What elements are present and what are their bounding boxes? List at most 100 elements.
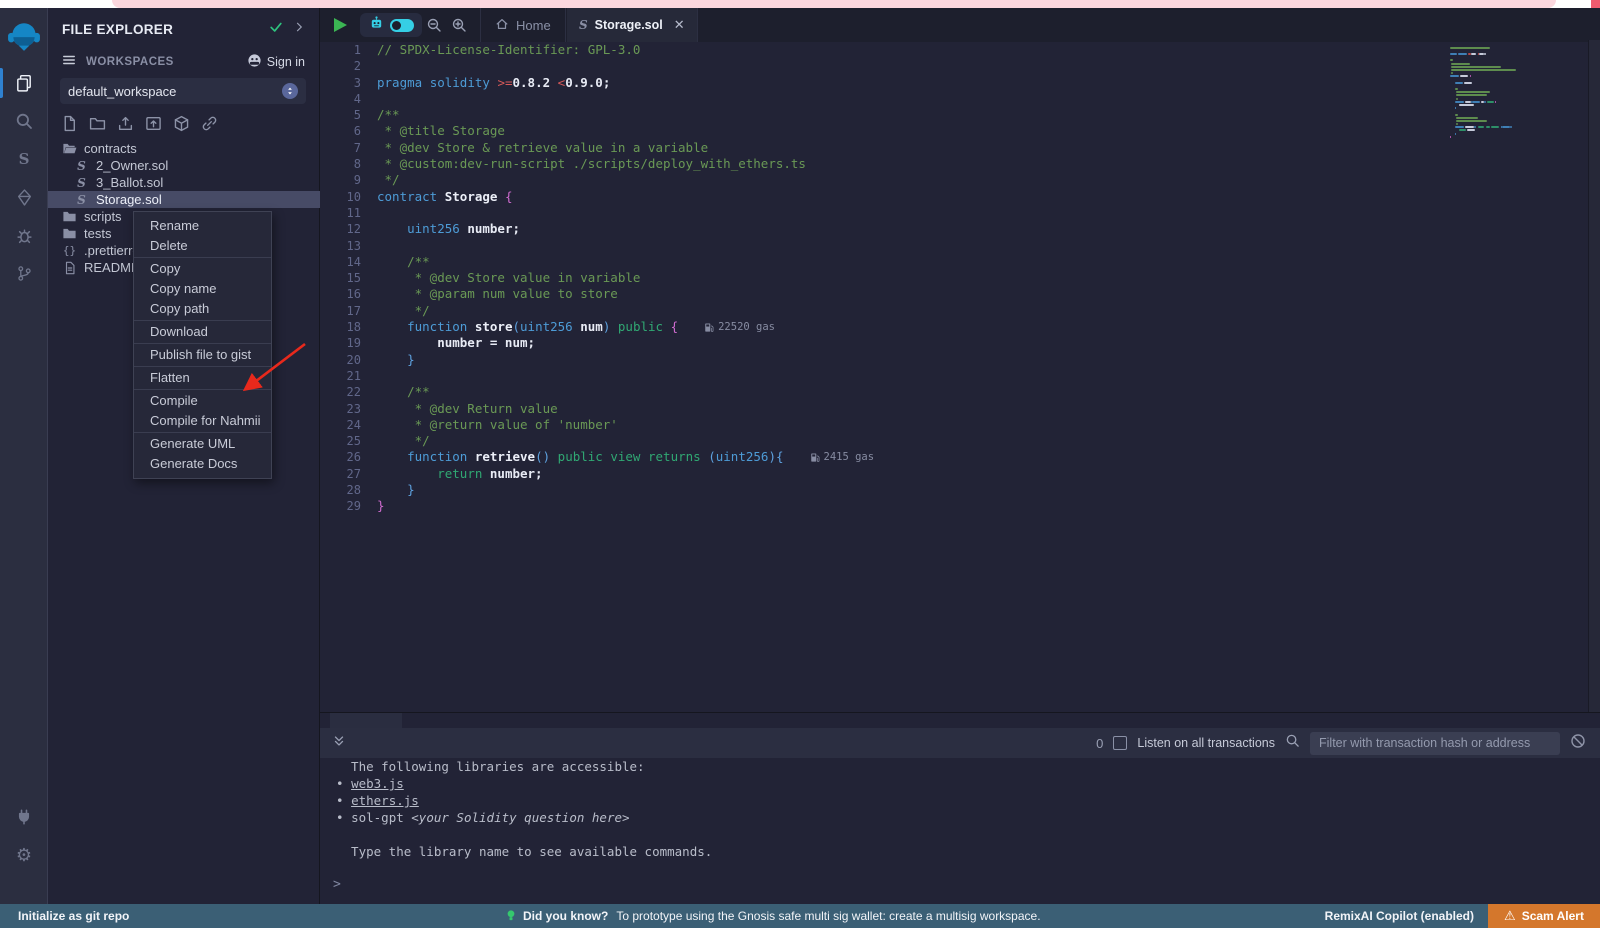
file-tree-item-storage-sol[interactable]: SStorage.sol bbox=[48, 191, 320, 208]
scam-alert-button[interactable]: ⚠ Scam Alert bbox=[1488, 904, 1600, 928]
code-line-6[interactable]: 6 * @title Storage bbox=[320, 123, 1588, 139]
activity-debugger-icon[interactable] bbox=[0, 216, 48, 254]
workspaces-row: WORKSPACES Sign in bbox=[48, 50, 319, 74]
close-tab-icon[interactable]: ✕ bbox=[674, 17, 685, 33]
code-line-14[interactable]: 14 /** bbox=[320, 254, 1588, 270]
code-line-13[interactable]: 13 bbox=[320, 238, 1588, 254]
activity-file-explorer-icon[interactable] bbox=[0, 64, 48, 102]
code-line-12[interactable]: 12 uint256 number; bbox=[320, 221, 1588, 237]
code-line-28[interactable]: 28 } bbox=[320, 482, 1588, 498]
code-line-10[interactable]: 10contract Storage { bbox=[320, 189, 1588, 205]
code-line-26[interactable]: 26 function retrieve() public view retur… bbox=[320, 449, 1588, 465]
line-number: 15 bbox=[320, 270, 377, 286]
workspace-select[interactable]: default_workspace bbox=[60, 78, 306, 104]
activity-settings-icon[interactable]: ⚙ bbox=[0, 836, 48, 874]
menu-item-generate-uml[interactable]: Generate UML bbox=[134, 434, 271, 454]
code-line-19[interactable]: 19 number = num; bbox=[320, 335, 1588, 351]
tab-storage-sol[interactable]: S Storage.sol ✕ bbox=[567, 8, 698, 42]
ipfs-box-icon[interactable] bbox=[172, 114, 190, 132]
menu-divider bbox=[134, 432, 271, 433]
browser-top-strip bbox=[0, 0, 1600, 8]
run-script-button[interactable] bbox=[334, 18, 347, 32]
folder-open-icon bbox=[62, 141, 77, 156]
code-line-21[interactable]: 21 bbox=[320, 368, 1588, 384]
code-line-9[interactable]: 9 */ bbox=[320, 172, 1588, 188]
code-editor[interactable]: 1// SPDX-License-Identifier: GPL-3.023pr… bbox=[320, 42, 1588, 712]
activity-plugin-manager-icon[interactable] bbox=[0, 798, 48, 836]
annotation-arrow bbox=[233, 336, 317, 400]
code-line-27[interactable]: 27 return number; bbox=[320, 466, 1588, 482]
code-line-7[interactable]: 7 * @dev Store & retrieve value in a var… bbox=[320, 140, 1588, 156]
menu-item-generate-docs[interactable]: Generate Docs bbox=[134, 454, 271, 474]
menu-divider bbox=[134, 257, 271, 258]
terminal-line: • ethers.js bbox=[320, 792, 1600, 809]
code-line-5[interactable]: 5/** bbox=[320, 107, 1588, 123]
hamburger-icon[interactable] bbox=[62, 53, 76, 72]
activity-solidity-compiler-icon[interactable]: S bbox=[0, 140, 48, 178]
code-line-15[interactable]: 15 * @dev Store value in variable bbox=[320, 270, 1588, 286]
tab-home[interactable]: Home bbox=[480, 8, 566, 42]
scam-alert-label: Scam Alert bbox=[1522, 909, 1584, 923]
copilot-toggle[interactable] bbox=[390, 19, 414, 32]
new-folder-icon[interactable] bbox=[88, 114, 106, 132]
transaction-filter-input[interactable] bbox=[1310, 732, 1560, 755]
terminal-prompt[interactable]: > bbox=[333, 877, 341, 892]
activity-git-icon[interactable] bbox=[0, 254, 48, 292]
terminal-collapse-icon[interactable] bbox=[332, 734, 346, 753]
code-line-8[interactable]: 8 * @custom:dev-run-script ./scripts/dep… bbox=[320, 156, 1588, 172]
menu-item-copy-path[interactable]: Copy path bbox=[134, 299, 271, 319]
code-line-3[interactable]: 3pragma solidity >=0.8.2 <0.9.0; bbox=[320, 75, 1588, 91]
terminal-resize-handle[interactable] bbox=[330, 713, 402, 728]
menu-item-rename[interactable]: Rename bbox=[134, 216, 271, 236]
code-line-25[interactable]: 25 */ bbox=[320, 433, 1588, 449]
upload-folder-icon[interactable] bbox=[144, 114, 162, 132]
menu-item-delete[interactable]: Delete bbox=[134, 236, 271, 256]
file-tree-item-2-owner-sol[interactable]: S2_Owner.sol bbox=[48, 157, 320, 174]
menu-item-copy[interactable]: Copy bbox=[134, 259, 271, 279]
code-line-23[interactable]: 23 * @dev Return value bbox=[320, 401, 1588, 417]
chevron-right-icon[interactable] bbox=[293, 20, 305, 38]
code-line-20[interactable]: 20 } bbox=[320, 352, 1588, 368]
clear-console-icon[interactable] bbox=[1570, 733, 1586, 754]
listen-checkbox[interactable] bbox=[1113, 736, 1127, 750]
terminal-link[interactable]: web3.js bbox=[351, 776, 404, 791]
editor-minimap[interactable] bbox=[1450, 46, 1534, 166]
upload-file-icon[interactable] bbox=[116, 114, 134, 132]
activity-remix-logo[interactable] bbox=[0, 8, 48, 64]
gas-estimate: 2415 gas bbox=[810, 449, 875, 465]
status-bar: Initialize as git repo Did you know? To … bbox=[0, 904, 1600, 928]
menu-item-compile-for-nahmii[interactable]: Compile for Nahmii bbox=[134, 411, 271, 431]
menu-divider bbox=[134, 320, 271, 321]
explorer-toolbar bbox=[60, 114, 218, 132]
file-tree-item-contracts[interactable]: contracts bbox=[48, 140, 320, 157]
git-init-status[interactable]: Initialize as git repo bbox=[18, 909, 129, 923]
zoom-out-icon[interactable] bbox=[426, 17, 442, 38]
terminal-output[interactable]: The following libraries are accessible:•… bbox=[320, 758, 1600, 904]
activity-deploy-run-icon[interactable] bbox=[0, 178, 48, 216]
code-line-29[interactable]: 29} bbox=[320, 498, 1588, 514]
code-line-16[interactable]: 16 * @param num value to store bbox=[320, 286, 1588, 302]
file-tree-item-3-ballot-sol[interactable]: S3_Ballot.sol bbox=[48, 174, 320, 191]
activity-search-icon[interactable] bbox=[0, 102, 48, 140]
line-number: 9 bbox=[320, 172, 377, 188]
zoom-in-icon[interactable] bbox=[451, 17, 467, 38]
code-line-2[interactable]: 2 bbox=[320, 58, 1588, 74]
line-number: 7 bbox=[320, 140, 377, 156]
code-line-18[interactable]: 18 function store(uint256 num) public {2… bbox=[320, 319, 1588, 335]
workspace-select-arrows-icon[interactable] bbox=[282, 83, 298, 99]
terminal-link[interactable]: ethers.js bbox=[351, 793, 419, 808]
link-icon[interactable] bbox=[200, 114, 218, 132]
code-line-11[interactable]: 11 bbox=[320, 205, 1588, 221]
sign-in-button[interactable]: Sign in bbox=[247, 53, 305, 71]
code-line-24[interactable]: 24 * @return value of 'number' bbox=[320, 417, 1588, 433]
line-number: 10 bbox=[320, 189, 377, 205]
menu-item-copy-name[interactable]: Copy name bbox=[134, 279, 271, 299]
code-line-22[interactable]: 22 /** bbox=[320, 384, 1588, 400]
new-file-icon[interactable] bbox=[60, 114, 78, 132]
code-line-1[interactable]: 1// SPDX-License-Identifier: GPL-3.0 bbox=[320, 42, 1588, 58]
search-icon bbox=[1285, 733, 1300, 753]
warning-icon: ⚠ bbox=[1504, 908, 1516, 924]
copilot-status[interactable]: RemixAI Copilot (enabled) bbox=[1325, 909, 1474, 923]
code-line-4[interactable]: 4 bbox=[320, 91, 1588, 107]
code-line-17[interactable]: 17 */ bbox=[320, 303, 1588, 319]
